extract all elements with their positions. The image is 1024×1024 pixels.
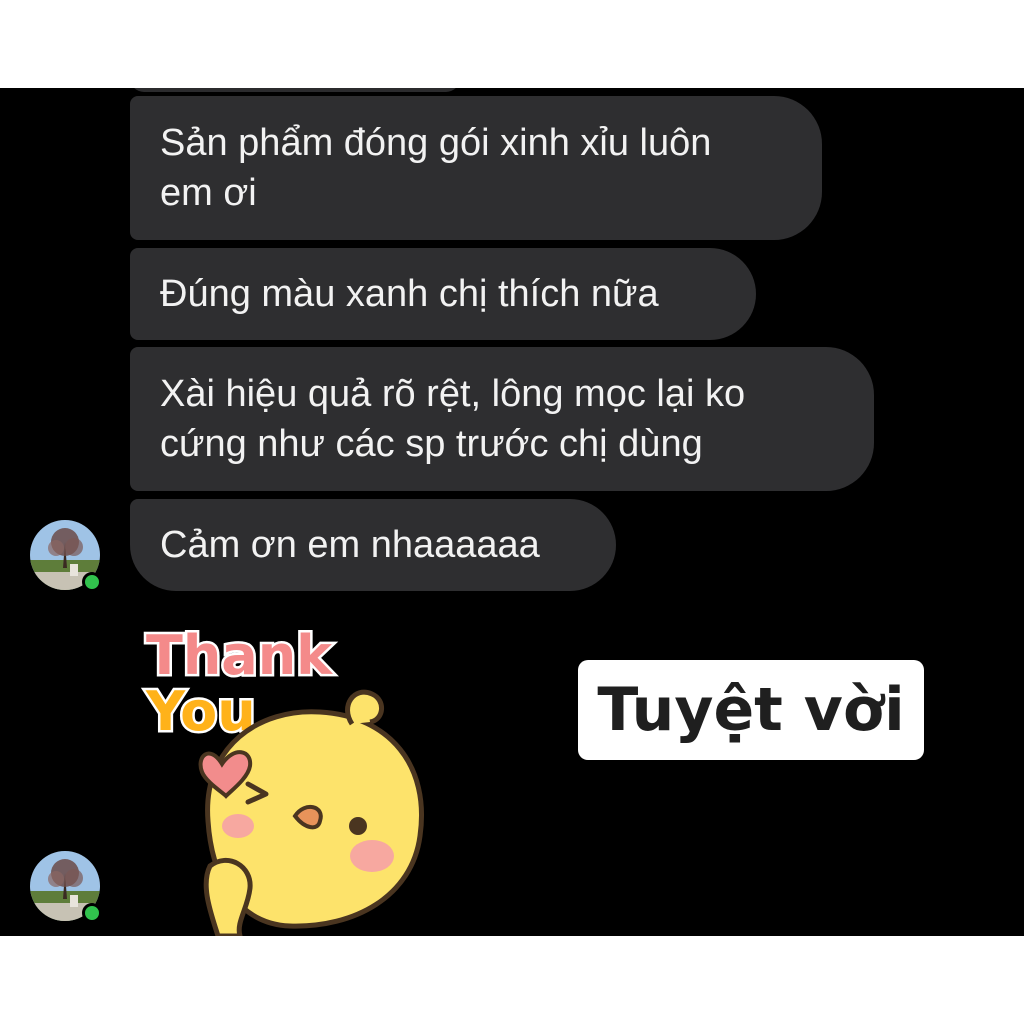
sticker-text-thank: Thank <box>146 624 333 687</box>
contact-avatar[interactable] <box>30 520 102 592</box>
message-line: Đúng màu xanh chị thích nữa <box>160 273 659 315</box>
previous-message-edge <box>130 88 460 92</box>
online-status-dot <box>82 903 102 923</box>
message-line: em ơi <box>160 172 257 214</box>
thank-you-chick-sticker[interactable]: Thank You <box>140 616 440 936</box>
message-line: Cảm ơn em nhaaaaaa <box>160 524 540 566</box>
message-bubble[interactable]: Xài hiệu quả rõ rệt, lông mọc lại ko cứn… <box>130 347 874 491</box>
screenshot-frame: Sản phẩm đóng gói xinh xỉu luôn em ơi Đú… <box>0 0 1024 1024</box>
sticker-text-you: You <box>145 680 256 743</box>
message-bubble[interactable]: Cảm ơn em nhaaaaaa <box>130 499 616 591</box>
chat-thread[interactable]: Sản phẩm đóng gói xinh xỉu luôn em ơi Đú… <box>0 88 1024 936</box>
contact-avatar[interactable] <box>30 851 102 923</box>
message-line: Sản phẩm đóng gói xinh xỉu luôn <box>160 122 712 164</box>
message-bubble[interactable]: Đúng màu xanh chị thích nữa <box>130 248 756 340</box>
overlay-caption: Tuyệt vời <box>578 660 924 760</box>
message-line: cứng như các sp trước chị dùng <box>160 423 703 465</box>
message-bubble[interactable]: Sản phẩm đóng gói xinh xỉu luôn em ơi <box>130 96 822 240</box>
message-line: Xài hiệu quả rõ rệt, lông mọc lại ko <box>160 373 746 415</box>
online-status-dot <box>82 572 102 592</box>
